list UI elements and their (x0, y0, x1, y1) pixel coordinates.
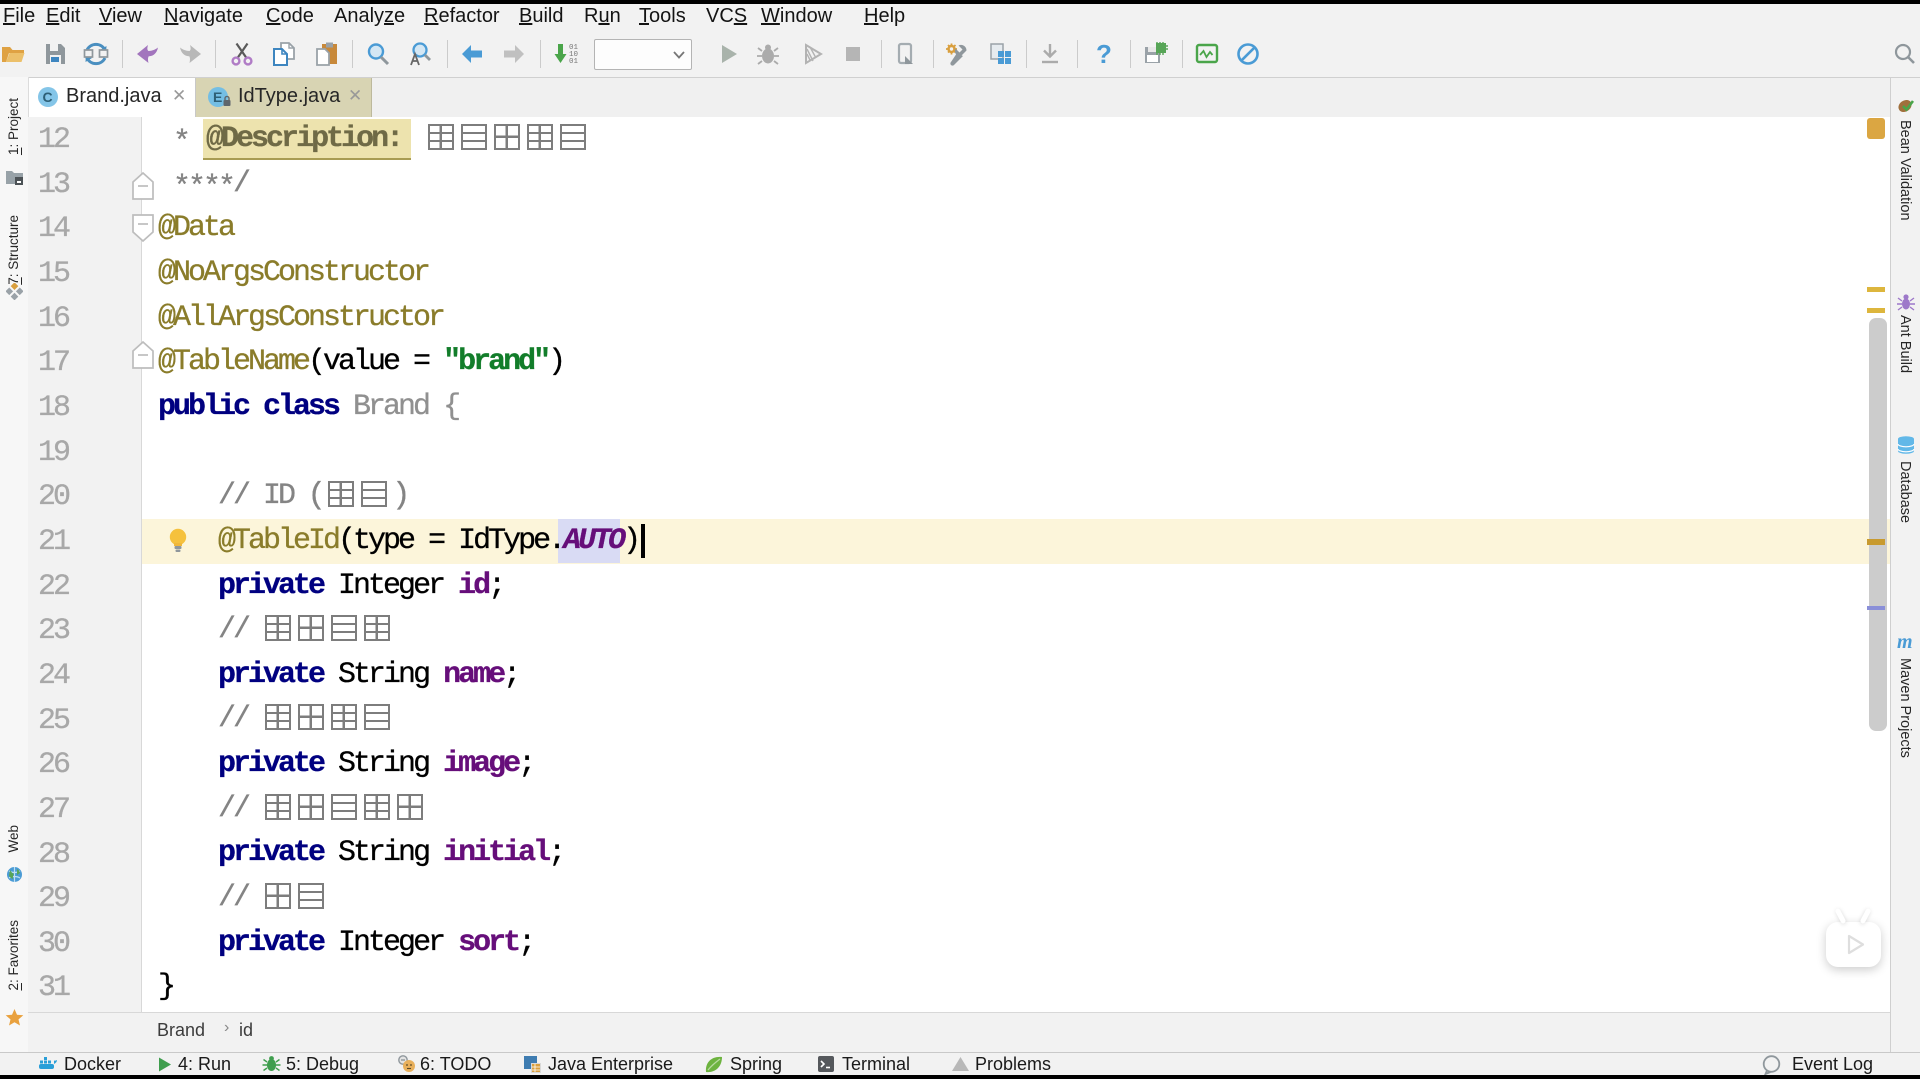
svg-text:01: 01 (569, 58, 579, 66)
svg-text:C: C (43, 89, 53, 105)
svg-text:E: E (213, 89, 222, 105)
svg-text:?: ? (1096, 41, 1112, 67)
svg-text:m: m (1897, 631, 1913, 653)
